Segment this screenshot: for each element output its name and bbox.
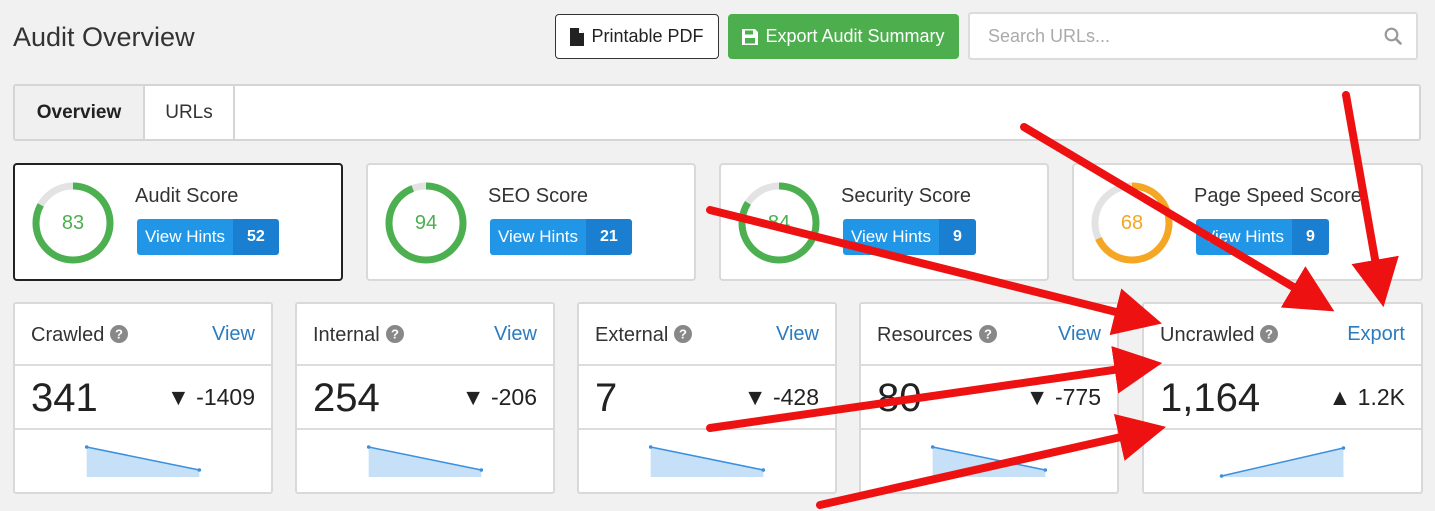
sparkline [648, 445, 766, 477]
metric-delta: ▼ -206 [461, 384, 537, 410]
hints-count-badge: 21 [586, 219, 632, 255]
svg-text:?: ? [391, 326, 399, 341]
sparkline-area [368, 447, 482, 477]
score-name: Audit Score [135, 185, 239, 207]
seo-score-card[interactable]: 94 SEO Score View Hints 21 [366, 163, 696, 281]
svg-text:?: ? [679, 326, 687, 341]
view-hints-label: View Hints [490, 219, 586, 255]
sparkline-point [761, 468, 766, 472]
resources-card: Resources? View 80 ▼ -775 [859, 302, 1119, 494]
sparkline-point [1341, 446, 1346, 450]
search-icon[interactable] [1384, 27, 1402, 45]
tab-overview[interactable]: Overview [15, 86, 145, 139]
printable-pdf-label: Printable PDF [591, 26, 704, 46]
view-hints-button[interactable]: View Hints 9 [1196, 219, 1329, 255]
sparkline-area [932, 447, 1046, 477]
metric-name: Internal [313, 324, 380, 346]
tab-bar: Overview URLs [13, 84, 1421, 141]
sparkline-point [1219, 474, 1224, 478]
sparkline [930, 445, 1048, 477]
tab-urls[interactable]: URLs [145, 86, 235, 139]
page-title: Audit Overview [13, 22, 195, 52]
sparkline-area [650, 447, 764, 477]
score-ring: 83 [31, 181, 115, 265]
metric-value: 80 [877, 376, 922, 420]
sparkline [84, 445, 202, 477]
sparkline-point [366, 445, 371, 449]
export-audit-summary-label: Export Audit Summary [765, 26, 945, 46]
metric-value: 254 [313, 376, 380, 420]
metric-name: Uncrawled [1160, 324, 1255, 346]
printable-pdf-button[interactable]: Printable PDF [555, 14, 719, 59]
score-ring: 94 [384, 181, 468, 265]
view-hints-label: View Hints [1196, 219, 1292, 255]
view-link[interactable]: View [494, 323, 537, 346]
view-link[interactable]: View [212, 323, 255, 346]
score-value: 83 [61, 211, 85, 234]
help-icon[interactable]: ? [385, 324, 404, 343]
metric-delta: ▼ -1409 [167, 384, 255, 410]
svg-text:?: ? [1266, 326, 1274, 341]
svg-text:?: ? [115, 326, 123, 341]
help-icon[interactable]: ? [978, 324, 997, 343]
view-hints-label: View Hints [137, 219, 233, 255]
help-icon[interactable]: ? [1260, 324, 1279, 343]
search-box [968, 12, 1418, 60]
sparkline [1219, 446, 1346, 478]
metric-delta: ▼ -775 [1025, 384, 1101, 410]
metric-name: Resources [877, 324, 973, 346]
metric-value: 341 [31, 376, 98, 420]
save-icon [742, 28, 759, 45]
hints-count-badge: 9 [1292, 219, 1329, 255]
metric-value: 7 [595, 376, 618, 420]
sparkline-point [930, 445, 935, 449]
metric-value: 1,164 [1160, 376, 1261, 420]
sparkline-point [648, 445, 653, 449]
file-icon [570, 27, 585, 46]
view-hints-button[interactable]: View Hints 9 [843, 219, 976, 255]
security-score-card[interactable]: 84 Security Score View Hints 9 [719, 163, 1049, 281]
view-hints-button[interactable]: View Hints 21 [490, 219, 632, 255]
score-name: Page Speed Score [1194, 185, 1362, 207]
help-icon[interactable]: ? [110, 324, 129, 343]
metric-name: Crawled [31, 324, 105, 346]
svg-text:?: ? [984, 326, 992, 341]
score-ring: 84 [737, 181, 821, 265]
export-link[interactable]: Export [1347, 323, 1405, 346]
sparkline-point [84, 445, 89, 449]
sparkline-point [1043, 468, 1048, 472]
score-name: SEO Score [488, 185, 589, 207]
internal-card: Internal? View 254 ▼ -206 [295, 302, 555, 494]
search-input[interactable] [988, 26, 1368, 47]
metric-delta: ▲ 1.2K [1328, 384, 1405, 410]
view-hints-button[interactable]: View Hints 52 [137, 219, 279, 255]
view-hints-label: View Hints [843, 219, 939, 255]
crawled-card: Crawled? View 341 ▼ -1409 [13, 302, 273, 494]
hints-count-badge: 52 [233, 219, 279, 255]
external-card: External? View 7 ▼ -428 [577, 302, 837, 494]
audit-score-card[interactable]: 83 Audit Score View Hints 52 [13, 163, 343, 281]
help-icon[interactable]: ? [674, 324, 693, 343]
metric-name: External [595, 324, 669, 346]
metric-delta: ▼ -428 [743, 384, 819, 410]
uncrawled-card: Uncrawled? Export 1,164 ▲ 1.2K [1142, 302, 1423, 494]
sparkline [366, 445, 484, 477]
export-audit-summary-button[interactable]: Export Audit Summary [728, 14, 959, 59]
score-value: 68 [1120, 211, 1144, 234]
view-link[interactable]: View [1058, 323, 1101, 346]
score-value: 94 [414, 211, 438, 234]
sparkline-point [197, 468, 202, 472]
page-speed-score-card[interactable]: 68 Page Speed Score View Hints 9 [1072, 163, 1423, 281]
sparkline-point [479, 468, 484, 472]
hints-count-badge: 9 [939, 219, 976, 255]
view-link[interactable]: View [776, 323, 819, 346]
score-value: 84 [767, 211, 791, 234]
score-ring: 68 [1090, 181, 1174, 265]
sparkline-area [86, 447, 200, 477]
score-name: Security Score [841, 185, 972, 207]
